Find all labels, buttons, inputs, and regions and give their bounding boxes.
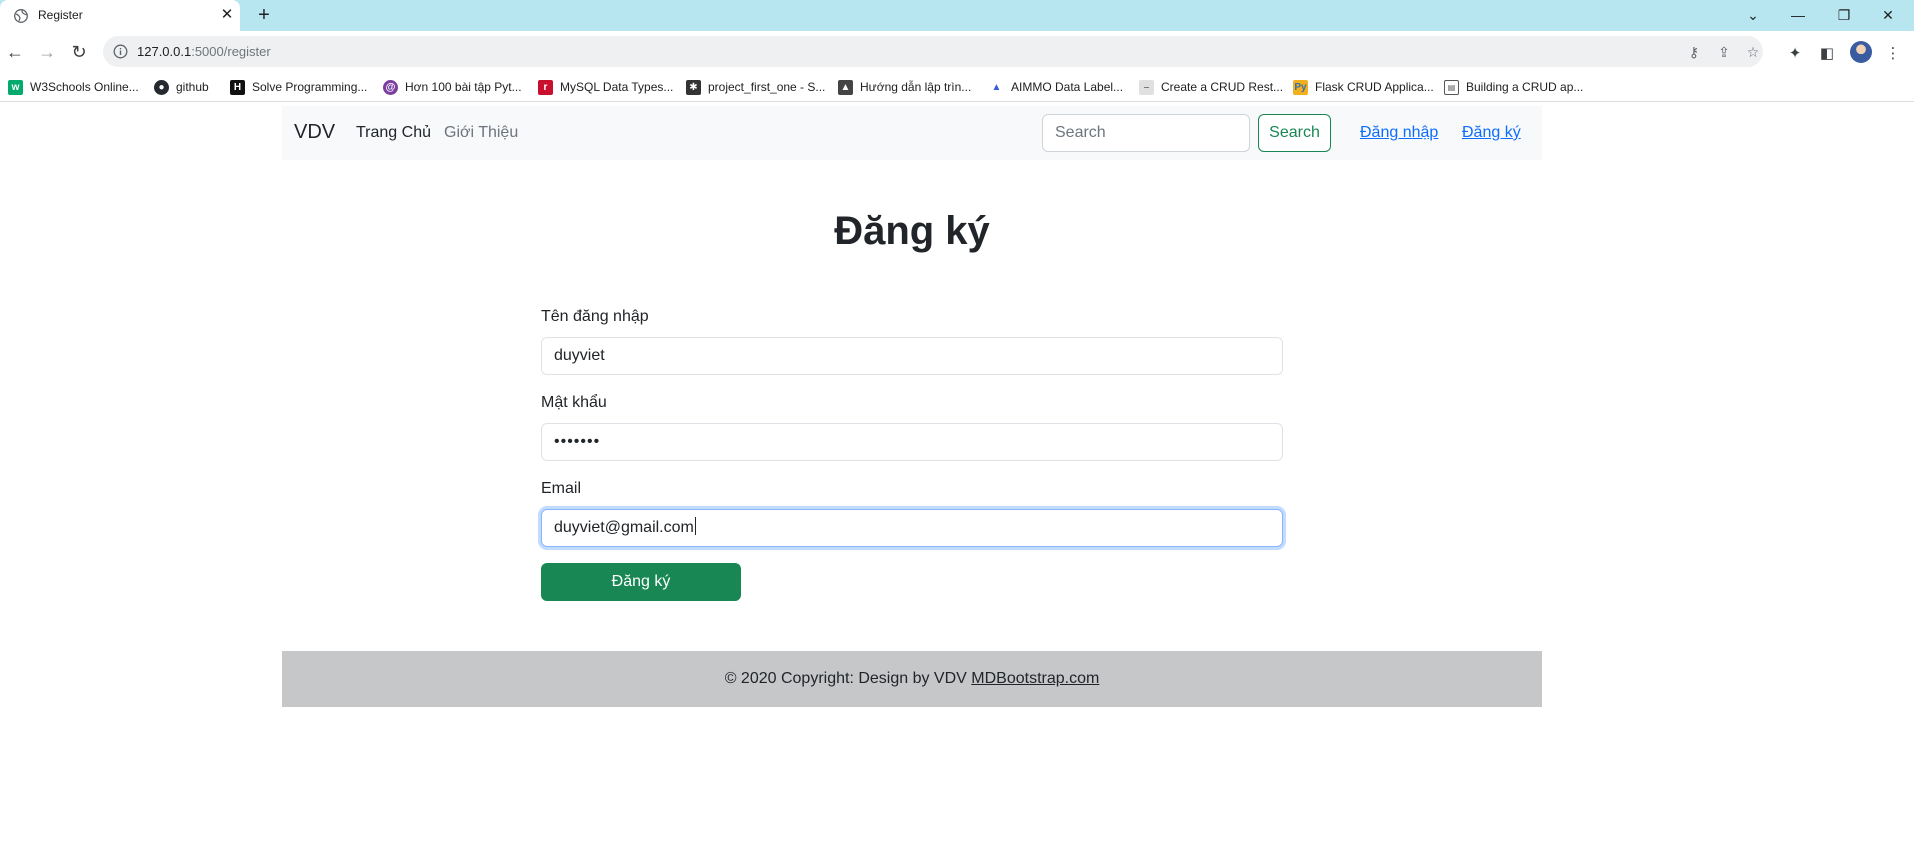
bookmark-item[interactable]: r MySQL Data Types... <box>538 76 673 98</box>
username-field[interactable]: duyviet <box>541 337 1283 375</box>
minimize-icon[interactable]: — <box>1786 4 1810 26</box>
bookmark-icon: Py <box>1293 79 1308 95</box>
bookmark-icon: ▲ <box>989 79 1004 95</box>
side-panel-icon[interactable]: ◧ <box>1818 45 1836 63</box>
email-value: duyviet@gmail.com <box>554 519 694 536</box>
bookmark-label: Hơn 100 bài tập Pyt... <box>405 80 522 94</box>
window-close-icon[interactable]: ✕ <box>1876 4 1900 26</box>
bookmark-item[interactable]: H Solve Programming... <box>230 76 367 98</box>
browser-toolbar: ← → ↻ 127.0.0.1:5000/register ⚷ ⇪ ☆ ✦ ◧ … <box>0 31 1914 72</box>
login-link[interactable]: Đăng nhập <box>1360 124 1438 142</box>
w3schools-icon: w <box>8 79 23 95</box>
footer-copyright: © 2020 Copyright: Design by VDV <box>724 670 972 687</box>
site-info-icon[interactable] <box>113 44 128 59</box>
bookmark-item[interactable]: ✱ project_first_one - S... <box>686 76 825 98</box>
nav-link-about[interactable]: Giới Thiệu <box>444 124 518 142</box>
bookmark-star-icon[interactable]: ☆ <box>1745 44 1761 60</box>
bookmark-icon: r <box>538 79 553 95</box>
url-path: :5000/register <box>191 44 271 59</box>
search-button[interactable]: Search <box>1258 114 1331 152</box>
bookmark-item[interactable]: ▤ Building a CRUD ap... <box>1444 76 1583 98</box>
bookmark-label: github <box>176 80 209 94</box>
bookmark-label: Create a CRUD Rest... <box>1161 80 1284 94</box>
bookmark-item[interactable]: ▲ AIMMO Data Label... <box>989 76 1123 98</box>
bookmark-icon: – <box>1139 79 1154 95</box>
username-label: Tên đăng nhập <box>541 308 649 325</box>
username-value: duyviet <box>554 347 605 364</box>
bookmark-icon: ✱ <box>686 79 701 95</box>
hackerrank-icon: H <box>230 79 245 95</box>
password-field[interactable]: ••••••• <box>541 423 1283 461</box>
password-label: Mật khẩu <box>541 394 607 411</box>
site-footer: © 2020 Copyright: Design by VDV MDBootst… <box>282 651 1542 707</box>
bookmark-item[interactable]: Py Flask CRUD Applica... <box>1293 76 1434 98</box>
browser-tab-strip: Register ✕ + ⌄ — ❐ ✕ <box>0 0 1914 31</box>
browser-tab-register[interactable]: Register ✕ <box>0 0 240 31</box>
site-navbar: VDV Trang Chủ Giới Thiệu Search Đăng nhậ… <box>282 106 1542 160</box>
register-submit-button[interactable]: Đăng ký <box>541 563 741 601</box>
email-label: Email <box>541 480 582 497</box>
forward-icon[interactable]: → <box>36 41 58 63</box>
bookmark-label: AIMMO Data Label... <box>1011 80 1124 94</box>
email-field[interactable]: duyviet@gmail.com <box>541 509 1283 547</box>
register-link[interactable]: Đăng ký <box>1462 124 1521 142</box>
extensions-icon[interactable]: ✦ <box>1786 45 1804 63</box>
key-icon[interactable]: ⚷ <box>1686 44 1702 60</box>
bookmark-label: W3Schools Online... <box>30 80 139 94</box>
url-text: 127.0.0.1:5000/register <box>137 44 271 59</box>
bookmark-icon: ▲ <box>838 79 853 95</box>
bookmark-item[interactable]: ● github <box>154 76 209 98</box>
reload-icon[interactable]: ↻ <box>68 41 90 63</box>
globe-icon <box>14 9 28 23</box>
bookmark-icon: @ <box>383 79 398 95</box>
bookmark-label: Flask CRUD Applica... <box>1315 80 1434 94</box>
nav-link-home[interactable]: Trang Chủ <box>356 124 431 142</box>
bookmark-label: Solve Programming... <box>252 80 368 94</box>
bookmark-label: Hướng dẫn lập trìn... <box>860 80 972 94</box>
footer-link[interactable]: MDBootstrap.com <box>971 670 1099 687</box>
back-icon[interactable]: ← <box>4 41 26 63</box>
share-icon[interactable]: ⇪ <box>1716 44 1732 60</box>
text-caret <box>694 517 696 535</box>
bookmark-label: Building a CRUD ap... <box>1466 80 1584 94</box>
brand-logo[interactable]: VDV <box>294 121 335 144</box>
bookmark-item[interactable]: – Create a CRUD Rest... <box>1139 76 1283 98</box>
github-icon: ● <box>154 79 169 95</box>
url-host: 127.0.0.1 <box>137 44 192 59</box>
tab-search-icon[interactable]: ⌄ <box>1741 4 1765 26</box>
new-tab-icon[interactable]: + <box>254 5 274 25</box>
menu-icon[interactable]: ⋮ <box>1884 45 1902 63</box>
bookmarks-bar: w W3Schools Online... ● github H Solve P… <box>0 72 1914 102</box>
profile-avatar[interactable] <box>1850 41 1872 63</box>
page-title: Đăng ký <box>834 209 990 253</box>
password-value: ••••••• <box>554 433 601 450</box>
restore-icon[interactable]: ❐ <box>1832 4 1856 26</box>
bookmark-item[interactable]: w W3Schools Online... <box>8 76 139 98</box>
bookmark-label: project_first_one - S... <box>708 80 826 94</box>
tab-title: Register <box>38 8 83 22</box>
bookmark-label: MySQL Data Types... <box>560 80 674 94</box>
bookmark-item[interactable]: @ Hơn 100 bài tập Pyt... <box>383 76 522 98</box>
search-input[interactable] <box>1042 114 1250 152</box>
page-viewport: VDV Trang Chủ Giới Thiệu Search Đăng nhậ… <box>0 102 1914 867</box>
close-tab-icon[interactable]: ✕ <box>219 7 235 23</box>
bookmark-item[interactable]: ▲ Hướng dẫn lập trìn... <box>838 76 971 98</box>
bookmark-icon: ▤ <box>1444 79 1459 95</box>
address-bar[interactable]: 127.0.0.1:5000/register ⚷ ⇪ ☆ <box>103 36 1763 67</box>
